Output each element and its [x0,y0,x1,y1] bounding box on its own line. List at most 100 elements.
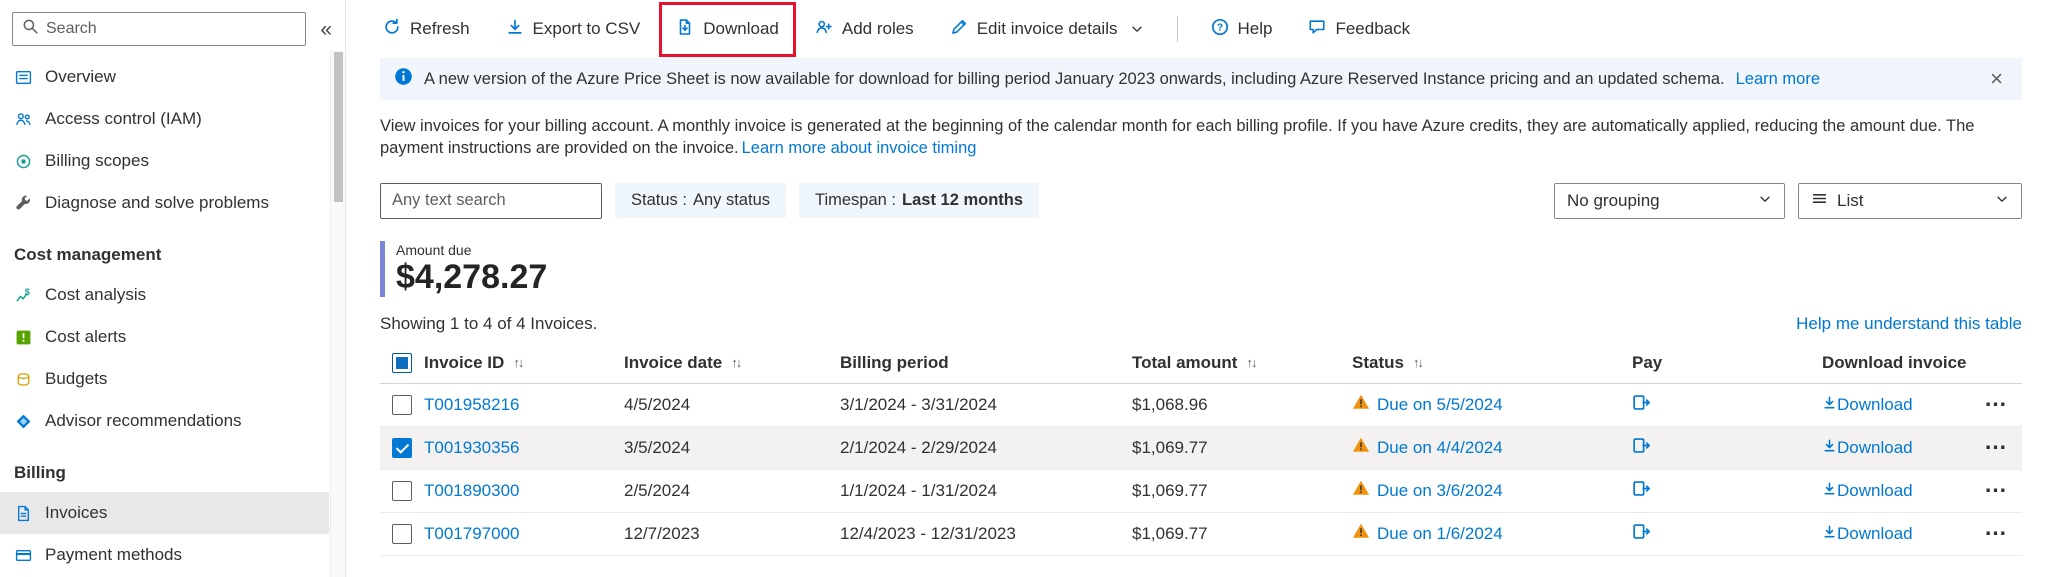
sidebar-item-budgets[interactable]: Budgets [0,358,329,400]
filter-bar: Status : Any status Timespan : Last 12 m… [380,183,2022,219]
table-help-link[interactable]: Help me understand this table [1796,314,2022,334]
cost-analysis-icon: $ [14,287,33,304]
download-invoice-link[interactable]: Download [1822,481,1913,501]
sidebar-item-label: Billing scopes [45,151,149,171]
status-due-link[interactable]: Due on 1/6/2024 [1377,524,1503,544]
download-invoice-link[interactable]: Download [1822,524,1913,544]
svg-text:?: ? [1216,22,1222,33]
table-row: T001958216 4/5/2024 3/1/2024 - 3/31/2024… [380,384,2022,427]
chevron-down-icon [1995,191,2009,211]
invoices-table: Invoice ID ↑↓ Invoice date ↑↓ Billing peri… [380,343,2022,556]
invoice-date-cell: 2/5/2024 [624,481,840,501]
sidebar-item-invoices[interactable]: Invoices [0,492,329,534]
credit-card-icon [14,547,33,564]
status-due-link[interactable]: Due on 3/6/2024 [1377,481,1503,501]
sidebar-item-diagnose[interactable]: Diagnose and solve problems [0,182,329,224]
billing-period-cell: 1/1/2024 - 1/31/2024 [840,481,1132,501]
row-checkbox[interactable] [392,438,412,458]
more-options-button[interactable]: … [1982,471,2010,498]
invoice-timing-link[interactable]: Learn more about invoice timing [742,139,977,157]
invoice-id-link[interactable]: T001890300 [424,481,519,501]
total-amount-cell: $1,069.77 [1132,524,1352,544]
status-due-link[interactable]: Due on 4/4/2024 [1377,438,1503,458]
invoice-date-cell: 4/5/2024 [624,395,840,415]
banner-learn-more-link[interactable]: Learn more [1736,70,1820,89]
pay-button[interactable] [1632,436,1651,460]
search-icon [22,18,39,40]
column-header-total-amount[interactable]: Total amount [1132,353,1237,373]
sidebar-item-label: Access control (IAM) [45,109,202,129]
search-input[interactable] [46,20,296,38]
download-label: Download [703,19,779,39]
pay-icon [1632,526,1651,545]
column-header-pay: Pay [1632,353,1662,373]
sidebar-section-billing: Billing [0,442,329,492]
status-filter-label: Status : [631,191,687,210]
status-due-link[interactable]: Due on 5/5/2024 [1377,395,1503,415]
edit-invoice-details-button[interactable]: Edit invoice details [947,13,1147,46]
download-invoice-link[interactable]: Download [1822,438,1913,458]
grouping-dropdown[interactable]: No grouping [1554,183,1785,219]
sidebar-item-payment-methods[interactable]: Payment methods [0,534,329,576]
view-dropdown[interactable]: List [1798,183,2022,219]
total-amount-cell: $1,069.77 [1132,438,1352,458]
total-amount-cell: $1,068.96 [1132,395,1352,415]
select-all-checkbox[interactable] [392,353,412,373]
sort-icon: ↑↓ [731,355,740,370]
export-icon [506,18,524,41]
sidebar: « Overview Access control (IAM) Billing … [0,0,346,577]
sidebar-item-billing-scopes[interactable]: Billing scopes [0,140,329,182]
export-csv-button[interactable]: Export to CSV [503,13,644,46]
help-button[interactable]: ? Help [1208,13,1276,46]
timespan-filter-value: Last 12 months [902,191,1023,210]
collapse-icon: « [320,18,332,41]
column-header-status[interactable]: Status [1352,353,1404,373]
timespan-filter-pill[interactable]: Timespan : Last 12 months [799,183,1039,218]
scrollbar-thumb[interactable] [334,52,343,202]
status-filter-pill[interactable]: Status : Any status [615,183,786,218]
warning-icon [1352,479,1370,502]
sidebar-collapse-button[interactable]: « [315,17,337,42]
sidebar-item-cost-alerts[interactable]: Cost alerts [0,316,329,358]
pay-button[interactable] [1632,393,1651,417]
more-options-button[interactable]: … [1982,428,2010,455]
refresh-button[interactable]: Refresh [380,13,473,46]
edit-label: Edit invoice details [977,19,1118,39]
add-roles-button[interactable]: Add roles [812,13,917,46]
text-search-input[interactable] [380,183,602,219]
feedback-button[interactable]: Feedback [1305,13,1413,46]
column-header-billing-period[interactable]: Billing period [840,353,949,373]
sidebar-item-advisor[interactable]: Advisor recommendations [0,400,329,442]
row-checkbox[interactable] [392,481,412,501]
download-invoice-label: Download [1837,395,1913,414]
table-row: T001890300 2/5/2024 1/1/2024 - 1/31/2024… [380,470,2022,513]
sidebar-item-cost-analysis[interactable]: $ Cost analysis [0,274,329,316]
download-invoice-link[interactable]: Download [1822,395,1913,415]
sort-icon: ↑↓ [513,355,522,370]
invoice-id-link[interactable]: T001958216 [424,395,519,415]
more-options-button[interactable]: … [1982,385,2010,412]
table-header-row: Invoice ID ↑↓ Invoice date ↑↓ Billing peri… [380,343,2022,384]
banner-close-button[interactable]: × [1985,68,2008,90]
row-checkbox[interactable] [392,524,412,544]
page-description: View invoices for your billing account. … [380,115,2022,160]
sidebar-item-overview[interactable]: Overview [0,56,329,98]
row-checkbox[interactable] [392,395,412,415]
download-icon [676,18,694,41]
download-arrow-icon [1822,395,1837,414]
pay-button[interactable] [1632,479,1651,503]
invoice-id-link[interactable]: T001930356 [424,438,519,458]
add-roles-label: Add roles [842,19,914,39]
sidebar-item-label: Diagnose and solve problems [45,193,269,213]
invoice-id-link[interactable]: T001797000 [424,524,519,544]
refresh-label: Refresh [410,19,470,39]
pay-button[interactable] [1632,522,1651,546]
sidebar-item-access-control[interactable]: Access control (IAM) [0,98,329,140]
more-options-button[interactable]: … [1982,514,2010,541]
download-button[interactable]: Download [673,13,782,46]
sidebar-scrollbar[interactable] [330,50,345,577]
column-header-invoice-date[interactable]: Invoice date [624,353,722,373]
billing-scopes-icon [14,153,33,170]
column-header-invoice-id[interactable]: Invoice ID [424,353,504,373]
chevron-down-icon [1130,22,1144,36]
